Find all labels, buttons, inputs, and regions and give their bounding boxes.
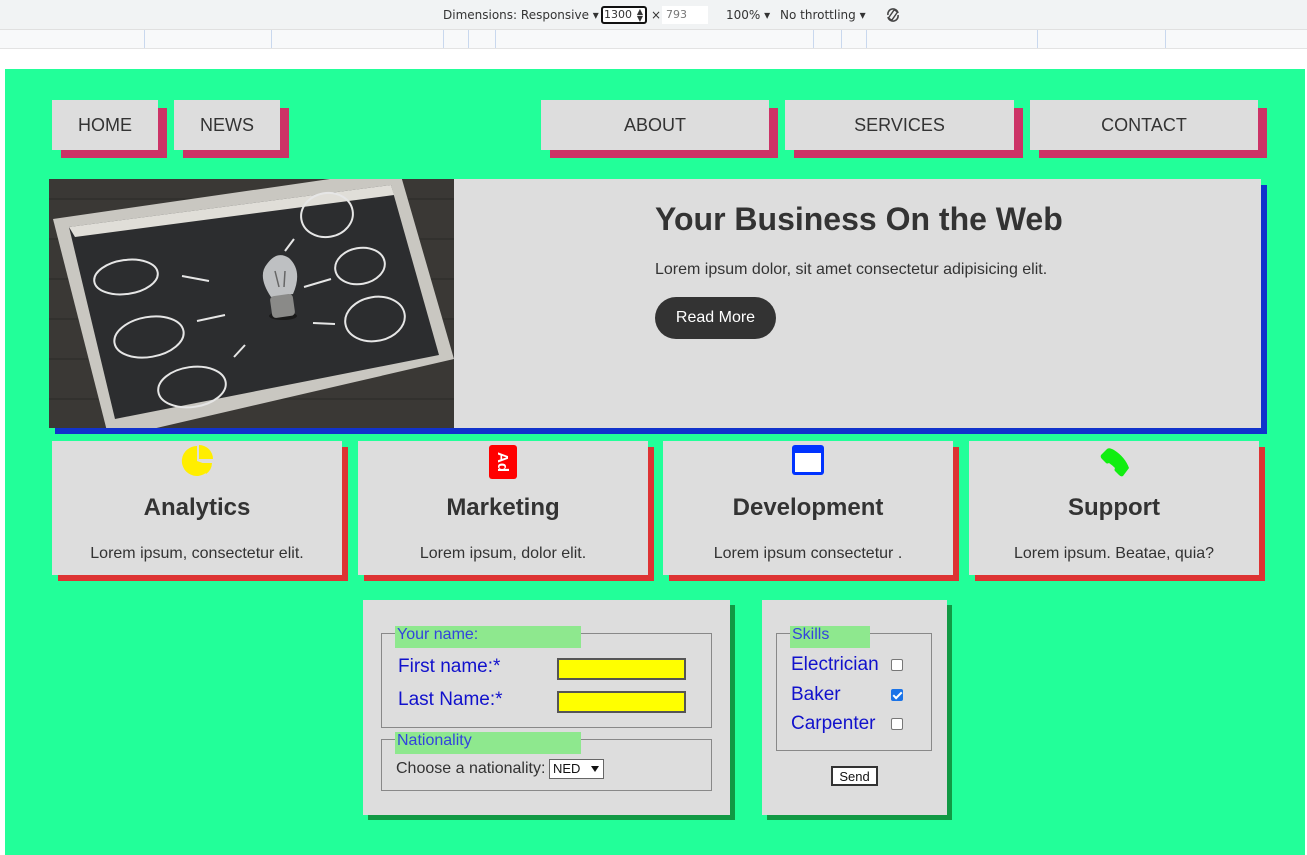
card-text: Lorem ipsum consectetur . — [713, 545, 903, 562]
times-sign: × — [651, 8, 662, 22]
ad-icon: Ad — [489, 445, 517, 479]
pie-chart-icon — [181, 445, 213, 476]
chevron-down-icon — [591, 766, 599, 772]
first-name-input[interactable] — [557, 658, 686, 680]
phone-icon — [1100, 448, 1129, 477]
height-input[interactable]: 793 — [662, 6, 708, 24]
svg-text:Ad: Ad — [494, 452, 511, 472]
last-name-input[interactable] — [557, 691, 686, 713]
width-input[interactable]: 1300 ▲ ▼ — [601, 6, 647, 24]
service-card-analytics: Analytics Lorem ipsum, consectetur elit. — [52, 441, 342, 575]
card-title: Support — [1068, 494, 1160, 521]
name-legend: Your name: — [395, 626, 581, 648]
dimensions-label: Dimensions: Responsive — [443, 8, 589, 22]
dimensions-dropdown[interactable]: Dimensions: Responsive ▾ — [443, 8, 599, 22]
lightbulb-chalkboard-image — [49, 179, 454, 428]
zoom-dropdown[interactable]: 100% ▾ — [726, 8, 770, 22]
skill-label: Electrician — [791, 654, 879, 675]
devtools-toolbar: Dimensions: Responsive ▾ 1300 ▲ ▼ × 793 10… — [0, 0, 1307, 30]
card-text: Lorem ipsum, consectetur elit. — [90, 545, 304, 562]
service-card-development: Development Lorem ipsum consectetur . — [663, 441, 953, 575]
name-form: Your name: First name:* Last Name:* Nati… — [363, 600, 730, 815]
nav-about[interactable]: ABOUT — [541, 100, 769, 150]
throttling-value: No throttling — [780, 8, 856, 22]
media-query-ruler — [0, 30, 1307, 49]
skill-label: Baker — [791, 684, 841, 705]
card-text: Lorem ipsum, dolor elit. — [419, 545, 587, 562]
hero-title: Your Business On the Web — [655, 201, 1063, 237]
nationality-selected: NED — [553, 761, 581, 776]
card-text: Lorem ipsum. Beatae, quia? — [1013, 545, 1215, 562]
nav-news[interactable]: NEWS — [174, 100, 280, 150]
skill-label: Carpenter — [791, 713, 876, 734]
skill-checkbox-baker[interactable] — [891, 689, 903, 701]
zoom-value: 100% — [726, 8, 761, 22]
skills-form: Skills Electrician Baker Carpenter Send — [762, 600, 947, 815]
nationality-select[interactable]: NED — [549, 759, 604, 779]
first-name-label: First name:* — [398, 656, 501, 677]
skill-checkbox-electrician[interactable] — [891, 659, 903, 671]
card-title: Marketing — [446, 494, 560, 521]
service-card-marketing: Ad Marketing Lorem ipsum, dolor elit. — [358, 441, 648, 575]
nav-services[interactable]: SERVICES — [785, 100, 1014, 150]
name-fieldset: Your name: — [381, 626, 712, 728]
last-name-label: Last Name:* — [398, 689, 503, 710]
card-title: Analytics — [143, 494, 251, 521]
service-card-support: Support Lorem ipsum. Beatae, quia? — [969, 441, 1259, 575]
hero-text: Lorem ipsum dolor, sit amet consectetur … — [655, 261, 1048, 278]
browser-window-icon — [792, 445, 824, 475]
rotate-icon[interactable] — [884, 6, 902, 24]
send-button[interactable]: Send — [831, 766, 878, 786]
card-title: Development — [732, 494, 884, 521]
read-more-button[interactable]: Read More — [655, 297, 776, 339]
skills-legend: Skills — [790, 626, 870, 648]
throttling-dropdown[interactable]: No throttling ▾ — [780, 8, 866, 22]
spinner-icon[interactable]: ▲ ▼ — [637, 8, 643, 23]
nationality-label: Choose a nationality: — [396, 760, 546, 777]
nationality-legend: Nationality — [395, 732, 581, 754]
nav-home[interactable]: HOME — [52, 100, 158, 150]
width-value: 1300 — [604, 8, 632, 21]
page-viewport: HOME NEWS ABOUT SERVICES CONTACT Your Bu… — [5, 69, 1305, 855]
nav-contact[interactable]: CONTACT — [1030, 100, 1258, 150]
skill-checkbox-carpenter[interactable] — [891, 718, 903, 730]
hero-section: Your Business On the Web Lorem ipsum dol… — [49, 179, 1261, 428]
